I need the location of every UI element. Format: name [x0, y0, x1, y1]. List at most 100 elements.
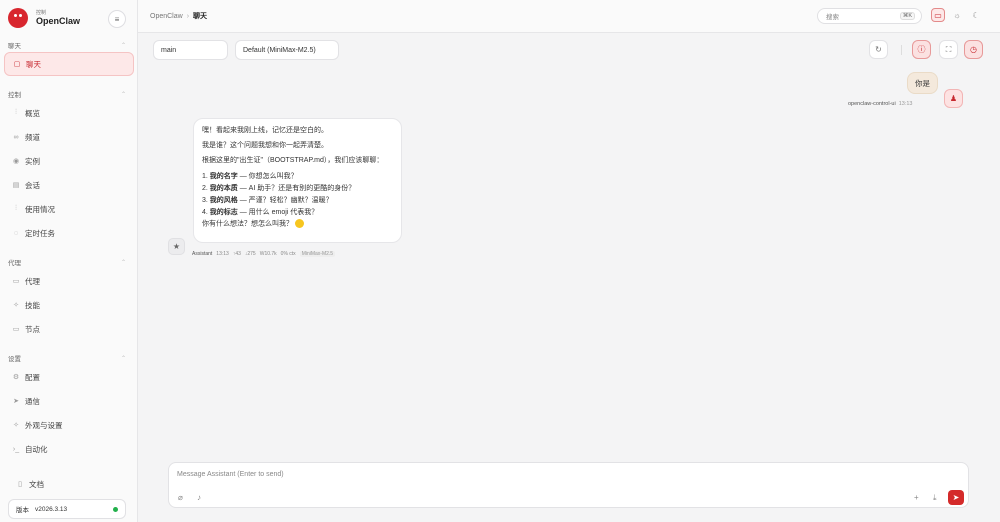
output-tokens: ↓275 — [244, 251, 256, 257]
book-icon: ▯ — [18, 481, 22, 488]
chevron-up-icon: ⌃ — [120, 355, 126, 362]
history-button[interactable]: ◷ — [964, 40, 983, 59]
assistant-message-bubble: 嘿！看起来我刚上线，记忆还是空白的。 我是谁？这个问题我想和你一起弄清楚。 根据… — [193, 118, 402, 243]
moon-icon: ☾ — [972, 10, 980, 20]
toolbar-divider — [901, 45, 902, 55]
list-bold: 我的名字 — [209, 173, 238, 180]
list-num: 1. — [202, 173, 208, 180]
context-usage: 0% ctx — [280, 251, 296, 257]
user-avatar: ♟ — [944, 89, 963, 108]
theme-dark-button[interactable]: ☾ — [969, 8, 983, 22]
download-icon[interactable]: ⤓ — [933, 493, 937, 503]
sidebar-item-config[interactable]: ⚙ 配置 — [4, 365, 134, 389]
list-rest: — 你想怎么叫我？ — [237, 173, 298, 180]
list-rest: — 用什么 emoji 代表我？ — [237, 209, 319, 216]
sidebar-item-agents[interactable]: ▭ 代理 — [4, 269, 134, 293]
sidebar-item-cron[interactable]: ◌ 定时任务 — [4, 221, 134, 245]
list-item: 3. 我的风格 — 严谨？轻松？幽默？温暖？ — [202, 195, 393, 207]
list-bold: 我的标志 — [209, 209, 238, 216]
refresh-button[interactable]: ↻ — [869, 40, 888, 59]
section-title: 代理 — [8, 260, 21, 267]
attach-icon[interactable]: ⌀ — [178, 493, 183, 502]
assistant-sender: Assistant — [192, 251, 213, 257]
breadcrumb-root[interactable]: OpenClaw — [150, 13, 183, 20]
sidebar-item-label: 配置 — [25, 372, 40, 382]
chevron-up-icon: ⌃ — [120, 259, 126, 266]
section-header-chat[interactable]: 聊天 ⌃ — [0, 38, 138, 52]
list-item: 4. 我的标志 — 用什么 emoji 代表我？ — [202, 207, 393, 219]
version-value: v2026.3.13 — [35, 505, 68, 513]
search-placeholder: 搜索 — [826, 14, 839, 21]
monitor-icon: ▭ — [12, 326, 20, 333]
sidebar-item-channels[interactable]: ∞ 频道 — [4, 125, 134, 149]
focus-mode-button[interactable]: ⛶ — [939, 40, 958, 59]
topbar: OpenClaw › 聊天 搜索 ⌘K ▭ ☼ ☾ — [138, 0, 1000, 33]
section-title: 聊天 — [8, 43, 21, 50]
star-icon: ★ — [172, 242, 181, 251]
session-value: main — [161, 46, 177, 54]
sidebar-item-appearance[interactable]: ✧ 外观与设置 — [4, 413, 134, 437]
sidebar-item-label: 技能 — [25, 300, 40, 310]
send-icon: ➤ — [13, 398, 19, 405]
nav-section-chat: 聊天 ⌃ ▢ 聊天 — [0, 38, 138, 76]
radio-icon: ◉ — [12, 158, 20, 165]
sidebar-item-automation[interactable]: ›_ 自动化 — [4, 437, 134, 461]
section-header-agents[interactable]: 代理 ⌃ — [0, 255, 138, 269]
model-value: Default (MiniMax-M2.5) — [243, 46, 316, 54]
theme-light-button[interactable]: ☼ — [950, 8, 964, 22]
list-bold: 我的本质 — [209, 185, 238, 192]
sidebar-item-communication[interactable]: ➤ 通信 — [4, 389, 134, 413]
plus-icon[interactable]: + — [914, 493, 919, 502]
smile-emoji-icon — [295, 219, 304, 228]
sidebar-item-sessions[interactable]: ▤ 会话 — [4, 173, 134, 197]
list-rest: — 严谨？轻松？幽默？温暖？ — [237, 197, 333, 204]
user-time: 13:13 — [898, 101, 913, 107]
chat-icon: ▢ — [13, 61, 21, 68]
focus-icon: ⛶ — [945, 44, 952, 54]
search-input[interactable]: 搜索 ⌘K — [817, 8, 922, 24]
brand[interactable]: 控制 OpenClaw — [8, 8, 80, 28]
model-badge: MiniMax-M2.5 — [299, 251, 336, 257]
model-select[interactable]: Default (MiniMax-M2.5) — [235, 40, 339, 60]
sidebar-item-label: 代理 — [25, 276, 40, 286]
sidebar-item-instances[interactable]: ◉ 实例 — [4, 149, 134, 173]
sidebar-item-skills[interactable]: ✧ 技能 — [4, 293, 134, 317]
sidebar-collapse-button[interactable]: ≡ — [108, 10, 126, 28]
list-item: 1. 我的名字 — 你想怎么叫我？ — [202, 171, 393, 183]
sidebar-item-label: 通信 — [25, 396, 40, 406]
sidebar-item-label: 频道 — [25, 132, 40, 142]
send-button[interactable]: ➤ — [948, 490, 964, 505]
clock-icon: ◌ — [13, 229, 19, 237]
document-icon: ▤ — [12, 182, 20, 189]
bar-chart-icon: ⫶ — [15, 205, 17, 212]
openclaw-logo-icon — [8, 8, 28, 28]
closing-text: 你有什么想法？想怎么叫我？ — [202, 220, 293, 228]
folder-icon: ▭ — [12, 278, 20, 285]
cache-tokens: W10.7k — [259, 251, 277, 257]
sidebar-item-label: 节点 — [25, 324, 40, 334]
user-message-bubble: 你是 — [907, 72, 938, 94]
nav-section-agents: 代理 ⌃ ▭ 代理 ✧ 技能 ▭ 节点 — [0, 255, 138, 341]
assistant-closing: 你有什么想法？想怎么叫我？ — [202, 219, 393, 229]
message-composer[interactable]: Message Assistant (Enter to send) ⌀ ♪ + … — [168, 462, 969, 508]
section-header-control[interactable]: 控制 ⌃ — [0, 87, 138, 101]
sidebar-item-docs[interactable]: ▯ 文档 — [8, 472, 138, 496]
sidebar-item-nodes[interactable]: ▭ 节点 — [4, 317, 134, 341]
brand-text: 控制 OpenClaw — [36, 10, 80, 27]
sidebar-item-overview[interactable]: ⫶ 概览 — [4, 101, 134, 125]
sidebar-item-chat[interactable]: ▢ 聊天 — [4, 52, 134, 76]
sidebar-item-usage[interactable]: ⫶ 使用情况 — [4, 197, 134, 221]
thinking-toggle-button[interactable]: ⓘ — [912, 40, 931, 59]
microphone-icon[interactable]: ♪ — [197, 493, 201, 502]
section-title: 设置 — [8, 356, 21, 363]
monitor-icon: ▭ — [934, 10, 942, 20]
gear-icon: ⚙ — [12, 374, 20, 381]
version-badge: 版本 v2026.3.13 — [8, 499, 126, 519]
assistant-line: 根据这里的"出生证"（BOOTSTRAP.md），我们应该聊聊： — [202, 157, 384, 164]
input-tokens: ↑43 — [232, 251, 241, 257]
session-select[interactable]: main — [153, 40, 228, 60]
list-num: 4. — [202, 209, 208, 216]
clock-icon: ◷ — [970, 45, 977, 54]
section-header-settings[interactable]: 设置 ⌃ — [0, 351, 138, 365]
theme-system-button[interactable]: ▭ — [931, 8, 945, 22]
